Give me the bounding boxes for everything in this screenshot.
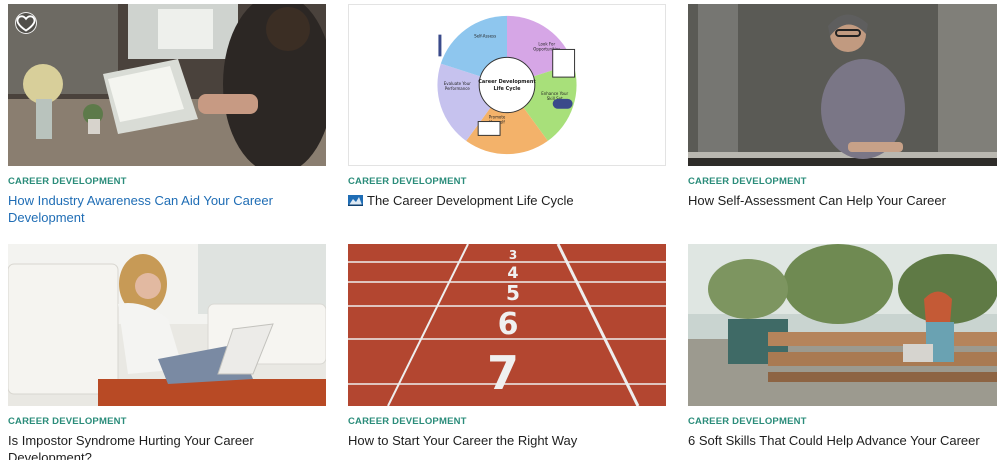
svg-text:Career Development: Career Development bbox=[478, 79, 536, 85]
article-thumbnail[interactable]: 3 4 5 6 7 bbox=[348, 244, 666, 406]
lane-number: 7 bbox=[487, 346, 519, 400]
svg-text:Performance: Performance bbox=[445, 86, 471, 91]
heart-icon bbox=[16, 15, 36, 32]
article-card[interactable]: CAREER DEVELOPMENT 6 Soft Skills That Co… bbox=[688, 244, 997, 449]
lane-number: 6 bbox=[498, 307, 519, 342]
svg-text:Life Cycle: Life Cycle bbox=[494, 86, 522, 92]
svg-text:Self-Assess: Self-Assess bbox=[474, 34, 496, 39]
lane-number: 3 bbox=[509, 248, 517, 262]
article-title-link[interactable]: How Industry Awareness Can Aid Your Care… bbox=[8, 192, 326, 226]
article-thumbnail[interactable]: Career Development Life Cycle Self-Asses… bbox=[348, 4, 666, 166]
article-title-link[interactable]: How to Start Your Career the Right Way bbox=[348, 432, 666, 449]
article-category: CAREER DEVELOPMENT bbox=[688, 416, 807, 427]
article-title-text: The Career Development Life Cycle bbox=[367, 193, 574, 208]
lane-number: 4 bbox=[507, 263, 518, 282]
article-card[interactable]: CAREER DEVELOPMENT How Self-Assessment C… bbox=[688, 4, 997, 209]
article-category: CAREER DEVELOPMENT bbox=[348, 416, 467, 427]
article-title-link[interactable]: Is Impostor Syndrome Hurting Your Career… bbox=[8, 432, 326, 460]
article-category: CAREER DEVELOPMENT bbox=[688, 176, 807, 187]
article-category: CAREER DEVELOPMENT bbox=[8, 176, 127, 187]
article-thumbnail[interactable] bbox=[688, 244, 997, 406]
article-card[interactable]: CAREER DEVELOPMENT How Industry Awarenes… bbox=[8, 4, 326, 226]
lane-number: 5 bbox=[506, 281, 520, 305]
article-category: CAREER DEVELOPMENT bbox=[8, 416, 127, 427]
article-category: CAREER DEVELOPMENT bbox=[348, 176, 467, 187]
chart-icon bbox=[348, 195, 363, 206]
article-card[interactable]: CAREER DEVELOPMENT Is Impostor Syndrome … bbox=[8, 244, 326, 460]
article-thumbnail[interactable] bbox=[688, 4, 997, 166]
article-title-link[interactable]: 6 Soft Skills That Could Help Advance Yo… bbox=[688, 432, 997, 449]
article-thumbnail[interactable] bbox=[8, 4, 326, 166]
article-title-link[interactable]: How Self-Assessment Can Help Your Career bbox=[688, 192, 997, 209]
article-title-link[interactable]: The Career Development Life Cycle bbox=[348, 192, 666, 209]
article-grid: CAREER DEVELOPMENT How Industry Awarenes… bbox=[0, 0, 997, 460]
favorite-button[interactable] bbox=[15, 12, 37, 34]
article-card[interactable]: 3 4 5 6 7 CAREER DEVELOPMENT How to Star… bbox=[348, 244, 666, 449]
article-card[interactable]: Career Development Life Cycle Self-Asses… bbox=[348, 4, 666, 209]
article-thumbnail[interactable] bbox=[8, 244, 326, 406]
